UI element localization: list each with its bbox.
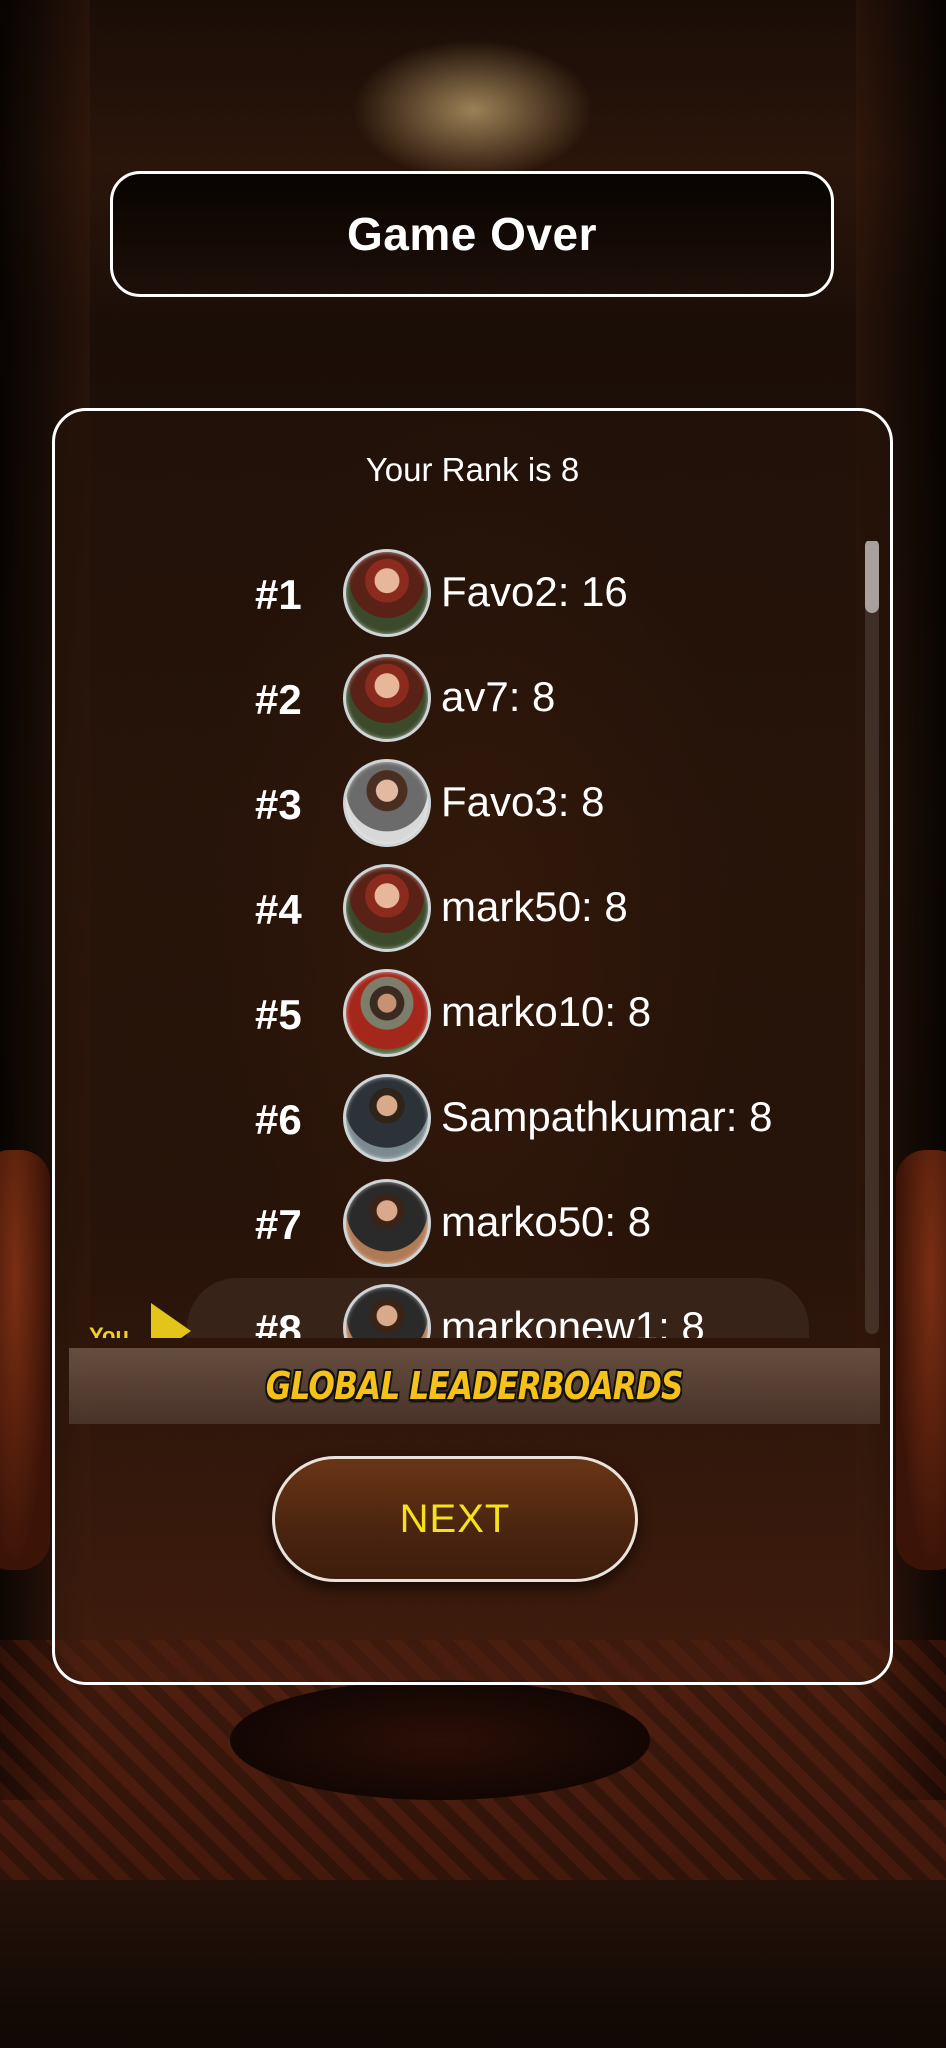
woman-red-beanie-avatar [343, 864, 431, 952]
background-sofa-left [0, 1150, 50, 1570]
background-table [230, 1680, 650, 1800]
woman-red-beanie-avatar [343, 549, 431, 637]
player-score: mark50: 8 [441, 883, 628, 930]
leaderboard-row: #2 av7: 8 [55, 646, 890, 751]
player-score: markonew1: 8 [441, 1303, 705, 1338]
rank-position: #5 [255, 991, 302, 1038]
game-over-banner: Game Over [110, 171, 834, 297]
man-dark-suit-avatar [343, 1074, 431, 1162]
woman-grey-suit-avatar [343, 759, 431, 847]
rank-position: #1 [255, 571, 302, 618]
man-brown-suit-avatar [343, 1179, 431, 1267]
leaderboard-row-current-user: #8 markonew1: 8 [55, 1276, 890, 1338]
next-button[interactable]: NEXT [272, 1456, 638, 1582]
your-rank-text: Your Rank is 8 [365, 451, 580, 488]
player-score: Favo3: 8 [441, 778, 605, 825]
leaderboard-row: #3 Favo3: 8 [55, 751, 890, 856]
bearded-man-beanie-avatar [343, 969, 431, 1057]
player-score: av7: 8 [441, 673, 556, 720]
man-brown-suit-avatar [343, 1284, 431, 1338]
player-score: marko50: 8 [441, 1198, 652, 1245]
leaderboard-row: #1 Favo2: 16 [55, 541, 890, 646]
leaderboard-row: #6 Sampathkumar: 8 [55, 1066, 890, 1171]
leaderboard-row: #5 marko10: 8 [55, 961, 890, 1066]
rank-position: #4 [255, 886, 302, 933]
next-button-label: NEXT [399, 1496, 511, 1541]
scrollbar-thumb[interactable] [865, 541, 879, 613]
background-floor [0, 1880, 946, 2048]
rank-position: #6 [255, 1096, 302, 1143]
player-score: marko10: 8 [441, 988, 652, 1035]
player-score: Sampathkumar: 8 [441, 1093, 773, 1140]
leaderboard-list[interactable]: You #1 Favo2: 16 #2 av7: 8 #3 Favo3: 8 #… [55, 541, 890, 1682]
woman-red-beanie-avatar [343, 654, 431, 742]
rank-position: #8 [255, 1306, 302, 1338]
rank-position: #2 [255, 676, 302, 723]
scrollbar-track[interactable] [865, 541, 879, 1334]
leaderboard-row: #4 mark50: 8 [55, 856, 890, 961]
player-score: Favo2: 16 [441, 568, 628, 615]
leaderboard-scroll-area[interactable]: You #1 Favo2: 16 #2 av7: 8 #3 Favo3: 8 #… [55, 541, 890, 1338]
rank-position: #7 [255, 1201, 302, 1248]
leaderboard-panel: Your Rank is 8 You #1 Favo2: 16 #2 av7: … [52, 408, 893, 1685]
leaderboard-row: #7 marko50: 8 [55, 1171, 890, 1276]
global-leaderboards-label: GLOBAL LEADERBOARDS [266, 1364, 684, 1408]
game-over-title: Game Over [347, 208, 597, 260]
rank-position: #3 [255, 781, 302, 828]
global-leaderboards-banner[interactable]: GLOBAL LEADERBOARDS [69, 1348, 880, 1424]
background-sofa-right [896, 1150, 946, 1570]
